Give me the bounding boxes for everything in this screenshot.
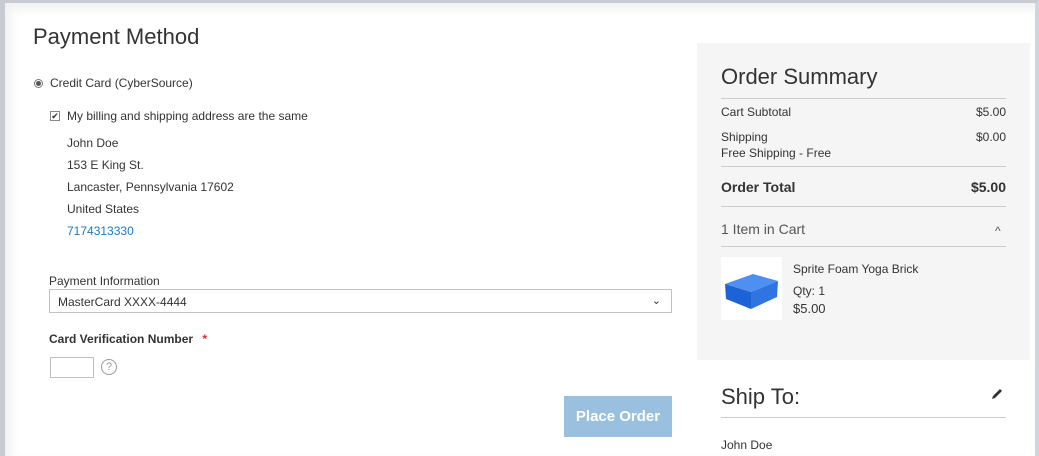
place-order-button[interactable]: Place Order xyxy=(564,396,672,437)
divider xyxy=(721,417,1006,418)
pencil-icon[interactable] xyxy=(990,387,1004,401)
billing-country: United States xyxy=(67,202,140,216)
cvv-label: Card Verification Number * xyxy=(49,332,207,346)
items-in-cart-toggle[interactable]: 1 Item in Cart xyxy=(721,221,805,237)
chevron-down-icon: ⌄ xyxy=(651,295,661,307)
order-total-label: Order Total xyxy=(721,179,796,195)
same-address-label[interactable]: My billing and shipping address are the … xyxy=(67,109,308,123)
divider xyxy=(721,246,1006,247)
credit-card-radio[interactable] xyxy=(34,79,43,88)
item-qty: Qty: 1 xyxy=(793,284,826,298)
shipping-label: Shipping xyxy=(721,130,768,144)
help-icon[interactable]: ? xyxy=(101,359,117,375)
payment-method-title: Payment Method xyxy=(33,24,200,49)
billing-phone-link[interactable]: 7174313330 xyxy=(67,224,134,238)
ship-to-name: John Doe xyxy=(721,438,773,452)
billing-city: Lancaster, Pennsylvania 17602 xyxy=(67,180,234,194)
order-total-value: $5.00 xyxy=(970,179,1006,195)
order-summary-title: Order Summary xyxy=(721,64,878,89)
billing-name: John Doe xyxy=(67,136,119,150)
payment-info-label: Payment Information xyxy=(49,274,160,288)
item-price: $5.00 xyxy=(793,301,826,316)
billing-street: 153 E King St. xyxy=(67,158,144,172)
subtotal-label: Cart Subtotal xyxy=(721,105,792,119)
item-name: Sprite Foam Yoga Brick xyxy=(793,262,919,276)
yoga-brick-image xyxy=(721,257,782,320)
selected-card: MasterCard XXXX-4444 xyxy=(58,295,187,309)
credit-card-label[interactable]: Credit Card (CyberSource) xyxy=(50,76,193,90)
payment-card-select[interactable]: MasterCard XXXX-4444 ⌄ xyxy=(49,289,672,313)
required-asterisk: * xyxy=(202,332,208,346)
caret-up-icon[interactable]: ^ xyxy=(995,224,1001,238)
cvv-input[interactable] xyxy=(50,357,94,378)
same-address-checkbox[interactable]: ✔ xyxy=(50,111,60,121)
ship-to-title: Ship To: xyxy=(721,384,801,409)
shipping-method: Free Shipping - Free xyxy=(721,146,832,160)
yoga-brick-icon xyxy=(725,274,778,309)
divider xyxy=(721,166,1006,167)
cvv-label-text: Card Verification Number xyxy=(49,332,194,346)
shipping-value: $0.00 xyxy=(975,130,1006,144)
divider xyxy=(721,206,1006,207)
subtotal-value: $5.00 xyxy=(975,105,1006,119)
divider xyxy=(721,98,1006,99)
